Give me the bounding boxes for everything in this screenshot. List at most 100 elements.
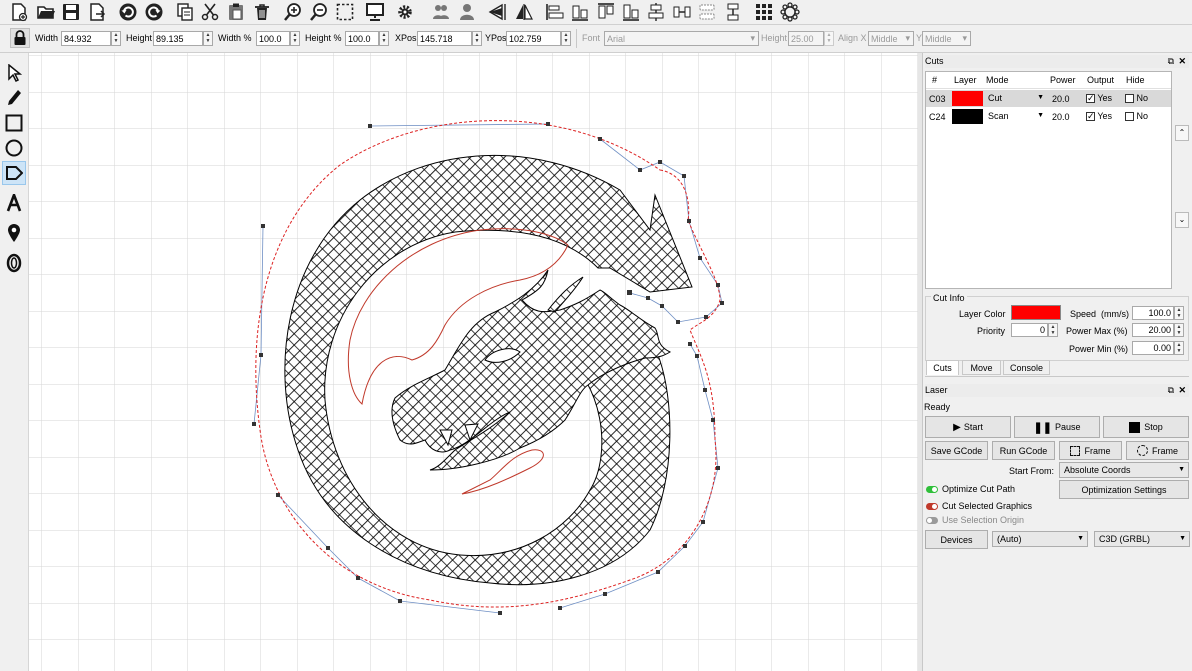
priority-spinner[interactable]: ▲ ▼ [1048, 323, 1058, 337]
height-field[interactable]: 89.135 [153, 31, 203, 46]
text-height-spinner[interactable]: ▲ ▼ [824, 31, 834, 46]
frame-select-icon[interactable] [334, 1, 356, 23]
cut-selected-graphics-toggle[interactable]: Cut Selected Graphics [923, 501, 1053, 513]
layer-color-swatch[interactable] [952, 109, 983, 124]
layer-color-swatch[interactable] [952, 91, 983, 106]
port-select[interactable]: (Auto) ▼ [992, 531, 1088, 547]
distribute-vertical-icon[interactable] [722, 1, 744, 23]
export-icon[interactable] [86, 1, 108, 23]
layer-color-button[interactable] [1011, 305, 1061, 320]
align-y-select[interactable]: Middle ▾ [922, 31, 971, 46]
use-selection-origin-toggle[interactable]: Use Selection Origin [923, 515, 1053, 527]
align-x-select[interactable]: Middle ▾ [868, 31, 914, 46]
distribute-horizontal-icon[interactable] [671, 1, 693, 23]
output-checkbox[interactable]: ✓ Yes [1086, 93, 1112, 104]
ypos-spinner[interactable]: ▲ ▼ [561, 31, 571, 46]
mode-select[interactable]: Cut ▼ [984, 91, 1047, 107]
tab-cuts[interactable]: Cuts [926, 360, 959, 375]
settings-icon[interactable] [394, 1, 416, 23]
xpos-field[interactable]: 145.718 [417, 31, 472, 46]
power-max-spinner[interactable]: ▲ ▼ [1174, 323, 1184, 337]
width-percent-field[interactable]: 100.0 [256, 31, 290, 46]
speed-spinner[interactable]: ▲ ▼ [1174, 306, 1184, 320]
font-select[interactable]: Arial ▾ [604, 31, 759, 46]
run-gcode-button[interactable]: Run GCode [992, 441, 1055, 460]
mirror-horizontal-icon[interactable] [487, 1, 509, 23]
zoom-in-icon[interactable] [282, 1, 304, 23]
distribute-spacing-icon[interactable] [696, 1, 718, 23]
hide-checkbox[interactable]: No [1125, 93, 1148, 104]
circular-array-icon[interactable] [779, 1, 801, 23]
copy-icon[interactable] [174, 1, 196, 23]
device-select[interactable]: C3D (GRBL) ▼ [1094, 531, 1190, 547]
lock-aspect-button[interactable] [10, 28, 30, 48]
devices-button[interactable]: Devices [925, 530, 988, 549]
layer-down-button[interactable]: ⌄ [1175, 212, 1189, 228]
stop-button[interactable]: Stop [1103, 416, 1189, 438]
optimize-cut-path-toggle[interactable]: Optimize Cut Path [923, 484, 1053, 496]
align-top-icon[interactable] [595, 1, 617, 23]
align-bottom-icon[interactable] [620, 1, 642, 23]
group-icon[interactable] [430, 1, 452, 23]
offset-tool[interactable] [2, 251, 26, 275]
speed-field[interactable]: 100.0 [1132, 306, 1174, 320]
rectangle-tool[interactable] [2, 111, 26, 135]
power-max-field[interactable]: 20.00 [1132, 323, 1174, 337]
save-gcode-button[interactable]: Save GCode [925, 441, 988, 460]
close-icon[interactable]: ✕ [1178, 55, 1186, 68]
table-row[interactable]: C24 Scan ▼ 20.0 ✓ Yes No [926, 108, 1171, 125]
delete-icon[interactable] [251, 1, 273, 23]
pen-tool[interactable] [2, 86, 26, 110]
undo-icon[interactable] [117, 1, 139, 23]
start-from-select[interactable]: Absolute Coords ▼ [1059, 462, 1189, 478]
ellipse-tool[interactable] [2, 136, 26, 160]
pause-button[interactable]: ❚❚ Pause [1014, 416, 1100, 438]
width-field[interactable]: 84.932 [61, 31, 111, 46]
save-icon[interactable] [60, 1, 82, 23]
monitor-icon[interactable] [364, 1, 386, 23]
ypos-field[interactable]: 102.759 [506, 31, 561, 46]
output-checkbox[interactable]: ✓ Yes [1086, 111, 1112, 122]
polygon-tool[interactable] [2, 161, 26, 185]
start-button[interactable]: ▶ Start [925, 416, 1011, 438]
new-icon[interactable] [8, 1, 30, 23]
zoom-out-icon[interactable] [308, 1, 330, 23]
paste-icon[interactable] [225, 1, 247, 23]
mirror-vertical-icon[interactable] [513, 1, 535, 23]
grid-array-icon[interactable] [753, 1, 775, 23]
text-tool[interactable] [2, 191, 26, 215]
align-middle-icon[interactable] [645, 1, 667, 23]
align-center-icon[interactable] [569, 1, 591, 23]
height-percent-field[interactable]: 100.0 [345, 31, 379, 46]
optimization-settings-button[interactable]: Optimization Settings [1059, 480, 1189, 499]
close-icon[interactable]: ✕ [1178, 384, 1186, 397]
power-min-field[interactable]: 0.00 [1132, 341, 1174, 355]
user-icon[interactable] [456, 1, 478, 23]
float-panel-icon[interactable]: ⧉ [1168, 55, 1174, 68]
canvas-drawing[interactable] [29, 53, 918, 671]
float-panel-icon[interactable]: ⧉ [1168, 384, 1174, 397]
table-row[interactable]: C03 Cut ▼ 20.0 ✓ Yes No [926, 90, 1171, 107]
tab-move[interactable]: Move [962, 360, 1001, 375]
select-tool[interactable] [2, 61, 26, 85]
design-canvas[interactable] [29, 53, 918, 671]
mode-select[interactable]: Scan ▼ [984, 109, 1047, 125]
width-spinner[interactable]: ▲ ▼ [111, 31, 121, 46]
layer-up-button[interactable]: ⌃ [1175, 125, 1189, 141]
hide-checkbox[interactable]: No [1125, 111, 1148, 122]
cut-icon[interactable] [199, 1, 221, 23]
power-min-spinner[interactable]: ▲ ▼ [1174, 341, 1184, 355]
position-tool[interactable] [2, 221, 26, 245]
align-left-icon[interactable] [544, 1, 566, 23]
priority-field[interactable]: 0 [1011, 323, 1048, 337]
frame-circle-button[interactable]: Frame [1126, 441, 1189, 460]
height-percent-spinner[interactable]: ▲ ▼ [379, 31, 389, 46]
open-icon[interactable] [35, 1, 57, 23]
tab-console[interactable]: Console [1003, 360, 1050, 375]
xpos-spinner[interactable]: ▲ ▼ [472, 31, 482, 46]
frame-rect-button[interactable]: Frame [1059, 441, 1122, 460]
height-spinner[interactable]: ▲ ▼ [203, 31, 213, 46]
redo-icon[interactable] [143, 1, 165, 23]
width-percent-spinner[interactable]: ▲ ▼ [290, 31, 300, 46]
text-height-field[interactable]: 25.00 [788, 31, 824, 46]
